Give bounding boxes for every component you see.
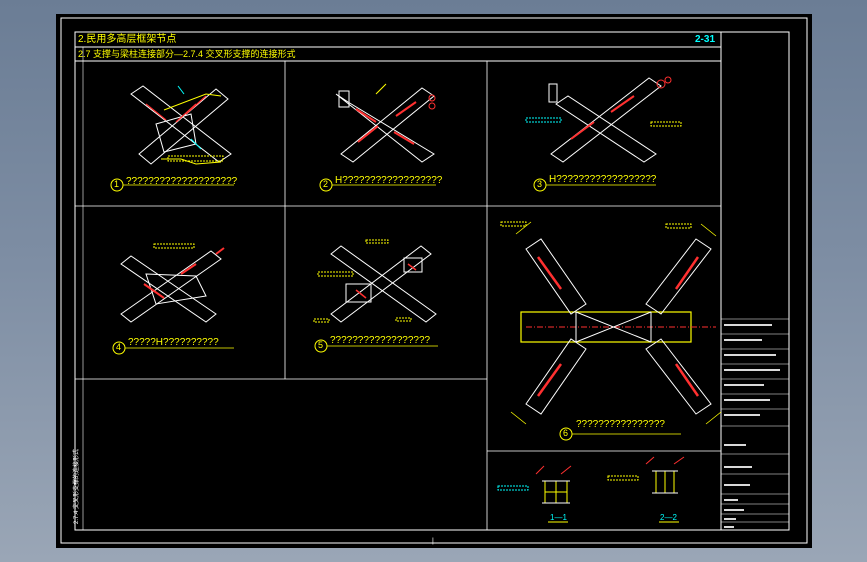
detail-4-caption: ?????H?????????? [128, 337, 219, 348]
detail-2-caption: H?????????????????? [335, 175, 443, 186]
section-2-2-label: 2—2 [660, 513, 677, 522]
detail-1-number: 1 [114, 179, 120, 189]
detail-6-caption: ???????????????? [576, 419, 665, 430]
center-mark: | [432, 538, 434, 545]
side-note: 2.7.4 交叉形支撑的连接形式 [74, 448, 80, 524]
detail-6-drawing [500, 221, 722, 441]
title-block-rows [721, 318, 789, 523]
header-subtitle: 2.7 支撑与梁柱连接部分—2.7.4 交叉形支撑的连接形式 [78, 49, 296, 59]
detail-3-caption: H?????????????????? [549, 174, 657, 185]
section-1-1-label: 1—1 [550, 513, 567, 522]
detail-3-number: 3 [537, 179, 543, 189]
detail-5-caption: ?????????????????? [330, 335, 431, 346]
detail-5-number: 5 [318, 340, 324, 350]
detail-4-number: 4 [116, 342, 122, 352]
drawing-sheet: 2.民用多高层框架节点 2.7 支撑与梁柱连接部分—2.7.4 交叉形支撑的连接… [56, 14, 812, 548]
page-number: 2-31 [695, 34, 716, 45]
detail-grid [75, 61, 721, 530]
detail-2-number: 2 [323, 179, 329, 189]
detail-6-number: 6 [563, 428, 569, 438]
cad-drawing [60, 17, 808, 544]
outer-border [60, 17, 808, 544]
header-title: 2.民用多高层框架节点 [78, 34, 177, 45]
detail-1-caption: ???????????????????? [126, 176, 238, 187]
